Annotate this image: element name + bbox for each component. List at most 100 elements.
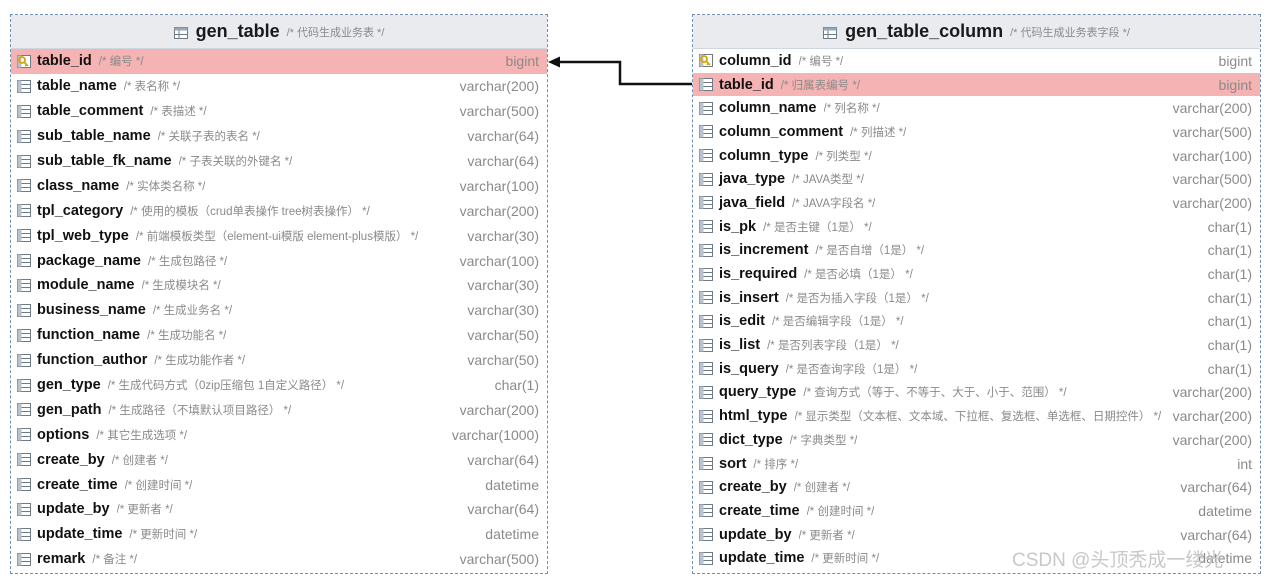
column-icon [17, 79, 31, 93]
column-type: varchar(500) [459, 103, 539, 120]
column-row[interactable]: business_name /* 生成业务名 */ varchar(30) [11, 298, 547, 323]
column-row[interactable]: is_increment /* 是否自增（1是） */ char(1) [693, 239, 1260, 263]
column-type: varchar(500) [1172, 123, 1252, 140]
column-icon [699, 78, 713, 92]
column-row[interactable]: java_type /* JAVA类型 */ varchar(500) [693, 167, 1260, 191]
column-row[interactable]: package_name /* 生成包路径 */ varchar(100) [11, 248, 547, 273]
column-comment: /* 列类型 */ [815, 150, 872, 163]
column-row[interactable]: create_time /* 创建时间 */ datetime [11, 472, 547, 497]
column-comment: /* 是否查询字段（1是） */ [785, 363, 918, 376]
column-name: table_id [719, 76, 774, 93]
column-row[interactable]: gen_type /* 生成代码方式（0zip压缩包 1自定义路径） */ char… [11, 373, 547, 398]
column-row[interactable]: is_list /* 是否列表字段（1是） */ char(1) [693, 333, 1260, 357]
column-type: char(1) [1207, 360, 1252, 377]
column-row[interactable]: java_field /* JAVA字段名 */ varchar(200) [693, 191, 1260, 215]
gen-table-header[interactable]: gen_table /* 代码生成业务表 */ [11, 15, 547, 49]
column-row[interactable]: column_comment /* 列描述 */ varchar(500) [693, 120, 1260, 144]
column-row[interactable]: function_author /* 生成功能作者 */ varchar(50) [11, 348, 547, 373]
column-comment: /* 是否主键（1是） */ [763, 221, 872, 234]
column-row[interactable]: update_by /* 更新者 */ varchar(64) [693, 523, 1260, 547]
column-row[interactable]: column_type /* 列类型 */ varchar(100) [693, 144, 1260, 168]
column-type: varchar(1000) [451, 426, 539, 443]
column-comment: /* 生成业务名 */ [152, 305, 233, 318]
column-row[interactable]: table_comment /* 表描述 */ varchar(500) [11, 99, 547, 124]
column-name: column_type [719, 147, 809, 164]
column-row[interactable]: create_by /* 创建者 */ varchar(64) [693, 475, 1260, 499]
column-name: column_comment [719, 123, 844, 140]
column-name: tpl_web_type [37, 227, 129, 244]
column-row[interactable]: is_insert /* 是否为插入字段（1是） */ char(1) [693, 286, 1260, 310]
column-type: varchar(500) [459, 551, 539, 568]
column-row[interactable]: tpl_web_type /* 前端模板类型（element-ui模版 eleme… [11, 223, 547, 248]
column-icon [699, 291, 713, 305]
watermark: CSDN @头顶秃成一缕光 [1012, 550, 1224, 571]
column-name: sort [719, 455, 747, 472]
column-row[interactable]: class_name /* 实体类名称 */ varchar(100) [11, 173, 547, 198]
column-row[interactable]: table_name /* 表名称 */ varchar(200) [11, 74, 547, 99]
column-name: java_field [719, 194, 786, 211]
column-row[interactable]: tpl_category /* 使用的模板（crud单表操作 tree树表操作） … [11, 198, 547, 223]
column-type: varchar(200) [459, 401, 539, 418]
column-comment: /* 创建者 */ [111, 454, 168, 467]
column-name: sub_table_fk_name [37, 153, 172, 169]
column-row[interactable]: query_type /* 查询方式（等于、不等于、大于、小于、范围） */ var… [693, 381, 1260, 405]
column-name: is_required [719, 266, 798, 283]
column-row[interactable]: html_type /* 显示类型（文本框、文本域、下拉框、复选框、单选框、日期控… [693, 404, 1260, 428]
table-icon [823, 26, 838, 39]
column-row[interactable]: function_name /* 生成功能名 */ varchar(50) [11, 323, 547, 348]
gen-table-column-header[interactable]: gen_table_column /* 代码生成业务表字段 */ [693, 15, 1260, 49]
column-row[interactable]: create_by /* 创建者 */ varchar(64) [11, 447, 547, 472]
column-row[interactable]: update_time /* 更新时间 */ datetime [11, 522, 547, 547]
column-type: varchar(200) [1172, 100, 1252, 117]
column-row[interactable]: remark /* 备注 */ varchar(500) [11, 547, 547, 572]
column-row[interactable]: sort /* 排序 */ int [693, 452, 1260, 476]
column-name: create_by [37, 451, 105, 468]
column-type: varchar(100) [459, 177, 539, 194]
gen-table-entity[interactable]: gen_table /* 代码生成业务表 */ table_id /* 编号 */… [10, 14, 548, 574]
column-row[interactable]: column_id /* 编号 */ bigint [693, 49, 1260, 73]
table-comment: /* 代码生成业务表字段 */ [1010, 26, 1130, 39]
column-type: char(1) [1207, 242, 1252, 259]
column-type: char(1) [1207, 289, 1252, 306]
column-comment: /* JAVA字段名 */ [792, 197, 876, 210]
column-row[interactable]: table_id /* 归属表编号 */ bigint [693, 72, 1260, 97]
column-type: bigint [1218, 76, 1252, 93]
column-row[interactable]: module_name /* 生成模块名 */ varchar(30) [11, 273, 547, 298]
column-type: varchar(30) [467, 302, 539, 319]
primary-key-icon [17, 54, 31, 68]
column-comment: /* 排序 */ [753, 458, 799, 471]
column-icon [17, 254, 31, 268]
column-row[interactable]: create_time /* 创建时间 */ datetime [693, 499, 1260, 523]
relationship-line [555, 60, 692, 86]
column-comment: /* 前端模板类型（element-ui模版 element-plus模版） *… [135, 230, 419, 243]
column-icon [17, 204, 31, 218]
column-comment: /* 字典类型 */ [789, 434, 858, 447]
column-row[interactable]: is_pk /* 是否主键（1是） */ char(1) [693, 215, 1260, 239]
gen-table-column-entity[interactable]: gen_table_column /* 代码生成业务表字段 */ column_… [692, 14, 1261, 574]
column-row[interactable]: gen_path /* 生成路径（不填默认项目路径） */ varchar(200) [11, 397, 547, 422]
column-icon [699, 433, 713, 447]
column-row[interactable]: table_id /* 编号 */ bigint [11, 49, 547, 74]
column-comment: /* 是否编辑字段（1是） */ [771, 316, 904, 329]
column-row[interactable]: sub_table_fk_name /* 子表关联的外键名 */ varchar(6… [11, 149, 547, 174]
column-icon [17, 552, 31, 566]
column-row[interactable]: is_edit /* 是否编辑字段（1是） */ char(1) [693, 310, 1260, 334]
column-row[interactable]: dict_type /* 字典类型 */ varchar(200) [693, 428, 1260, 452]
column-icon [17, 353, 31, 367]
column-type: datetime [1198, 502, 1252, 519]
column-row[interactable]: sub_table_name /* 关联子表的表名 */ varchar(64) [11, 124, 547, 149]
column-comment: /* 备注 */ [92, 554, 138, 567]
column-comment: /* 列描述 */ [850, 126, 907, 139]
column-row[interactable]: column_name /* 列名称 */ varchar(200) [693, 96, 1260, 120]
column-name: table_id [37, 53, 92, 70]
column-comment: /* 查询方式（等于、不等于、大于、小于、范围） */ [803, 387, 1067, 400]
column-icon [17, 527, 31, 541]
column-row[interactable]: is_query /* 是否查询字段（1是） */ char(1) [693, 357, 1260, 381]
column-row[interactable]: options /* 其它生成选项 */ varchar(1000) [11, 422, 547, 447]
column-icon [17, 478, 31, 492]
column-name: create_time [37, 476, 118, 493]
column-comment: /* 表描述 */ [150, 106, 207, 119]
column-type: datetime [485, 526, 539, 543]
column-row[interactable]: is_required /* 是否必填（1是） */ char(1) [693, 262, 1260, 286]
column-row[interactable]: update_by /* 更新者 */ varchar(64) [11, 497, 547, 522]
